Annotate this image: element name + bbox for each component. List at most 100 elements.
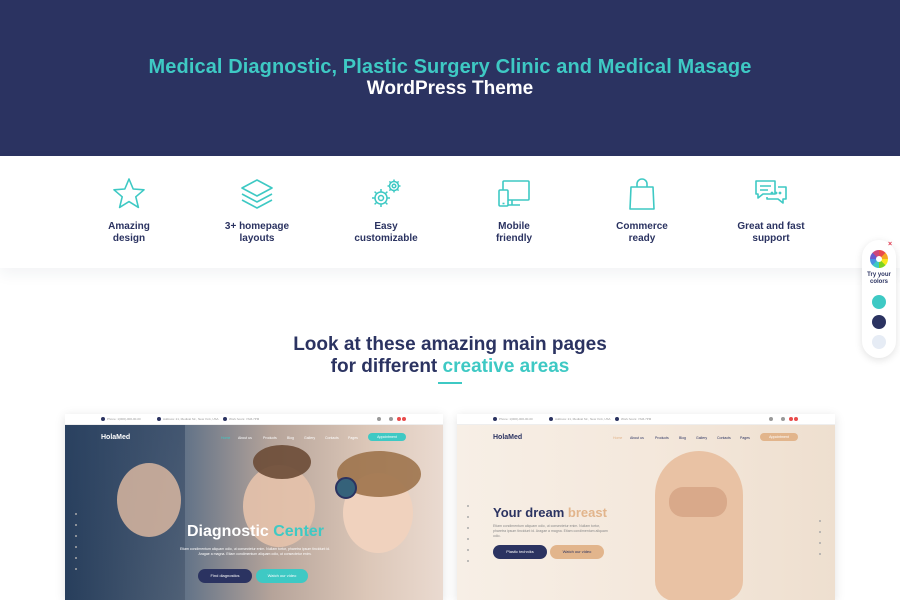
picker-label: Try your colors [867,272,891,285]
demo-topbar: Phone: 1(000)-000-00-00 Address: 21, Med… [65,414,443,425]
hero-subtitle: WordPress Theme [366,78,534,99]
phone-icon [101,417,105,421]
nav-products[interactable]: Products [655,436,669,440]
star-icon [113,178,145,209]
demo-title-plain: Your dream [493,505,568,520]
watch-video-button[interactable]: Watch our video [256,569,308,583]
topbar-hours: Work hours: 7AM-7PM [229,417,260,421]
nav-products[interactable]: Products [263,436,277,440]
nav-blog[interactable]: Blog [679,436,686,440]
landing-page: Medical Diagnostic, Plastic Surgery Clin… [0,0,900,600]
otoscope-mirror [335,477,357,499]
feature-label: 3+ homepage layouts [224,221,290,244]
feature-label: Easy customizable [354,221,418,244]
section-underline [438,382,462,384]
demo-topbar: Phone: 1(000)-000-00-00 Address: 21, Med… [457,414,835,425]
flag-icon[interactable] [402,417,406,421]
feature-commerce-ready: Commerce ready [578,176,706,245]
clock-icon [223,417,227,421]
demo-nav: HolaMed Home About us Products Blog Gall… [457,431,835,445]
slider-dots-right[interactable] [819,520,822,564]
location-icon [549,417,553,421]
nav-home[interactable]: Home [613,436,622,440]
demo-hero-image: HolaMed Home About us Products Blog Gall… [65,425,443,600]
watch-video-button[interactable]: Watch our video [550,545,604,559]
topbar-address: Address: 21, Medical Str., New York, USA [163,417,219,421]
section-title-accent: creative areas [442,356,570,377]
feature-homepage-layouts: 3+ homepage layouts [193,176,321,245]
section-title: Look at these amazing main pages for dif… [0,334,900,378]
close-icon[interactable]: × [888,241,892,248]
demo-logo[interactable]: HolaMed [493,434,522,441]
appointment-button[interactable]: Appointment [368,433,406,441]
slider-dots[interactable] [467,505,470,571]
nav-pages[interactable]: Pages [740,436,750,440]
section-title-line1: Look at these amazing main pages [293,334,607,355]
nav-home[interactable]: Home [221,436,230,440]
demo-nav: HolaMed Home About us Products Blog Gall… [65,431,443,445]
color-swatch-navy[interactable] [872,315,886,329]
feature-label: Commerce ready [616,221,668,244]
demo-title: Your dream breast [493,505,607,520]
nurse-hair [253,445,311,479]
feature-label: Mobile friendly [495,221,533,244]
demo-title: Diagnostic Center [187,523,324,541]
slider-dots[interactable] [75,513,78,579]
flag-icon[interactable] [789,417,793,421]
nav-gallery[interactable]: Gallery [696,436,707,440]
demo-title-accent: breast [567,505,607,520]
nav-contacts[interactable]: Contacts [717,436,731,440]
find-diagnostics-button[interactable]: Find diagnostics [198,569,252,583]
nav-contacts[interactable]: Contacts [325,436,339,440]
clock-icon [615,417,619,421]
nav-about[interactable]: About us [238,436,252,440]
nav-pages[interactable]: Pages [348,436,358,440]
demo-preview-plastic-surgery[interactable]: Phone: 1(000)-000-00-00 Address: 21, Med… [457,414,835,600]
demo-text: Etiam condimentum aliquam odio, ut conse… [180,547,330,556]
topbar-hours: Work hours: 7AM-7PM [621,417,652,421]
appointment-button[interactable]: Appointment [760,433,798,441]
nav-gallery[interactable]: Gallery [304,436,315,440]
search-icon[interactable] [389,417,393,421]
topbar-phone: Phone: 1(000)-000-00-00 [107,417,141,421]
user-icon[interactable] [377,417,381,421]
model-arms [669,487,727,517]
model-figure [655,451,743,600]
demo-logo[interactable]: HolaMed [101,434,130,441]
chat-icon [755,180,787,204]
user-icon[interactable] [769,417,773,421]
hero-title: Medical Diagnostic, Plastic Surgery Clin… [148,56,752,78]
flag-icon[interactable] [794,417,798,421]
feature-label: Amazing design [108,221,150,244]
demo-preview-diagnostic[interactable]: Phone: 1(000)-000-00-00 Address: 21, Med… [65,414,443,600]
layers-icon [241,179,273,209]
devices-icon [498,180,530,207]
features-strip: Amazing design 3+ homepage layouts Easy … [0,156,900,268]
demo-title-plain: Diagnostic [187,523,274,540]
section-title-line2: for different creative areas [0,356,900,378]
demo-title-accent: Center [273,523,324,540]
color-wheel-icon[interactable] [870,250,888,268]
feature-support: Great and fast support [707,176,835,245]
hero-banner: Medical Diagnostic, Plastic Surgery Clin… [0,0,900,156]
topbar-phone: Phone: 1(000)-000-00-00 [499,417,533,421]
feature-easy-customizable: Easy customizable [322,176,450,245]
nav-about[interactable]: About us [630,436,644,440]
feature-mobile-friendly: Mobile friendly [450,176,578,245]
topbar-address: Address: 21, Medical Str., New York, USA [555,417,611,421]
plastic-techniks-button[interactable]: Plastic techniks [493,545,547,559]
color-swatch-teal[interactable] [872,295,886,309]
doctor-figure [117,463,181,537]
phone-icon [493,417,497,421]
search-icon[interactable] [781,417,785,421]
demo-hero-image: HolaMed Home About us Products Blog Gall… [457,425,835,600]
gears-icon [372,179,401,207]
feature-label: Great and fast support [737,221,805,244]
nav-blog[interactable]: Blog [287,436,294,440]
location-icon [157,417,161,421]
shopping-bag-icon [629,178,655,210]
flag-icon[interactable] [397,417,401,421]
demo-text: Etiam condimentum aliquam odio, ut conse… [493,524,608,538]
section-title-plain: for different [330,356,443,377]
feature-amazing-design: Amazing design [65,176,193,245]
